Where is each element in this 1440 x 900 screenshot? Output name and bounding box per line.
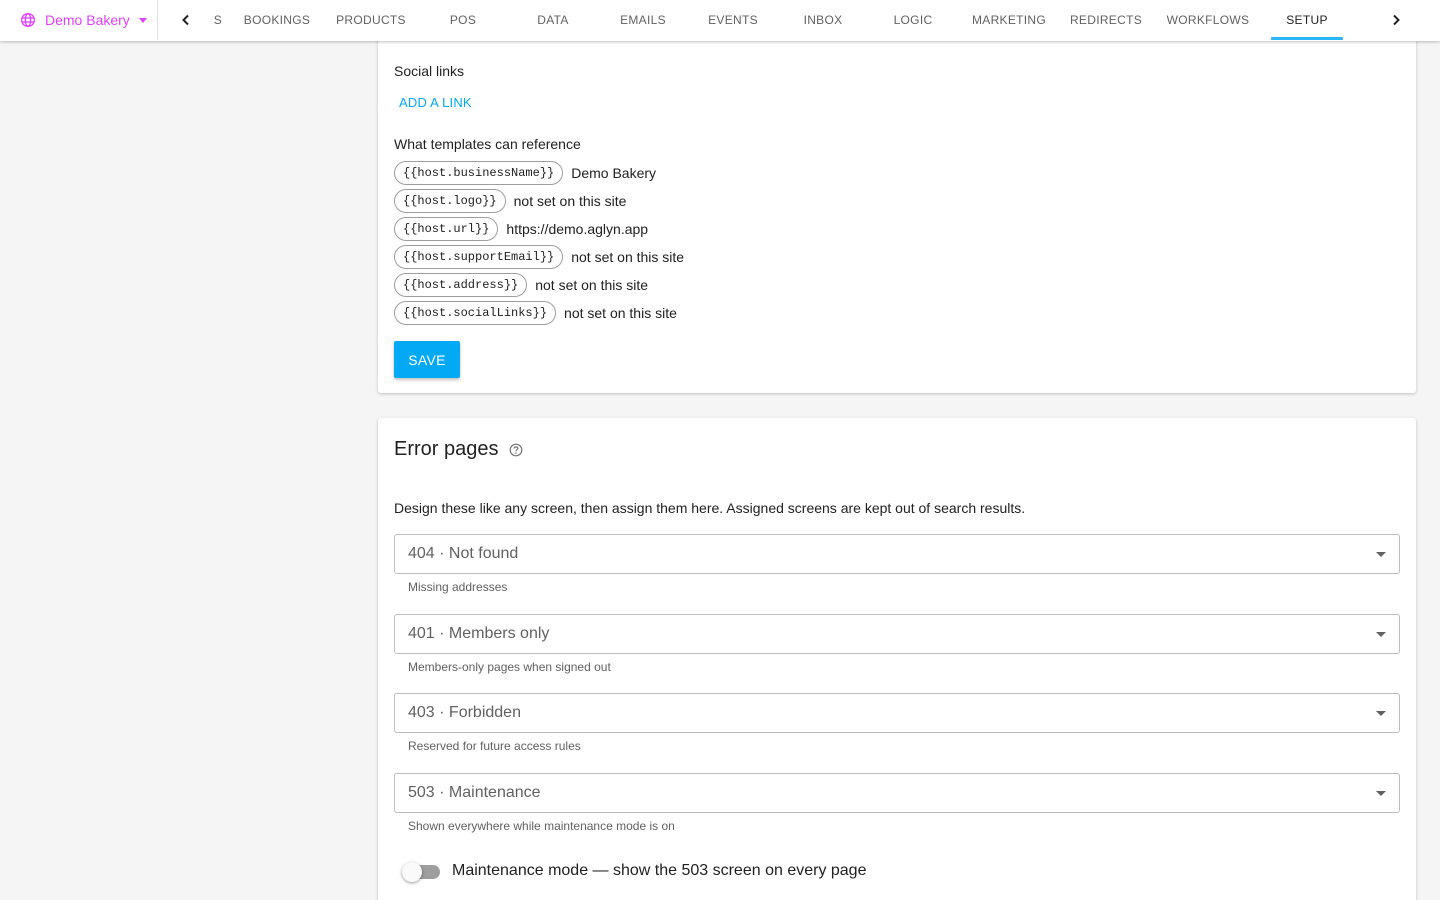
tab-label: INBOX (803, 13, 843, 27)
chevron-right-icon (1393, 14, 1400, 26)
scroll-tabs-left-button[interactable] (176, 10, 196, 30)
site-name: Demo Bakery (45, 12, 130, 28)
reference-row: {{host.businessName}} Demo Bakery (394, 161, 656, 185)
scroll-tabs-right-button[interactable] (1386, 10, 1406, 30)
dropdown-arrow-icon (1376, 632, 1386, 637)
select-hint: Missing addresses (408, 580, 508, 594)
template-token-chip: {{host.logo}} (394, 189, 506, 213)
maintenance-mode-toggle[interactable] (402, 861, 442, 883)
tab-bookings[interactable]: BOOKINGS (232, 0, 322, 40)
template-token-value: not set on this site (564, 305, 677, 321)
tab-products[interactable]: PRODUCTS (326, 0, 416, 40)
tab-pos[interactable]: POS (418, 0, 508, 40)
error-403-select[interactable]: 403 · Forbidden (394, 693, 1400, 733)
template-token-chip: {{host.businessName}} (394, 161, 564, 185)
template-token-value: Demo Bakery (571, 165, 657, 181)
reference-row: {{host.url}} https://demo.aglyn.app (394, 217, 648, 241)
globe-icon (21, 13, 35, 27)
error-pages-description: Design these like any screen, then assig… (394, 500, 1026, 516)
select-value: 403 · Forbidden (408, 704, 521, 721)
tab-label: REDIRECTS (1069, 13, 1143, 27)
select-hint: Shown everywhere while maintenance mode … (408, 819, 675, 833)
tab-redirects[interactable]: REDIRECTS (1060, 0, 1152, 40)
tab-inbox[interactable]: INBOX (778, 0, 868, 40)
tab-label: EMAILS (620, 13, 666, 27)
error-503-select[interactable]: 503 · Maintenance (394, 773, 1400, 813)
tab-label: S (213, 13, 222, 27)
template-token-value: https://demo.aglyn.app (506, 221, 649, 237)
dropdown-arrow-icon (1376, 711, 1386, 716)
dropdown-arrow-icon (1376, 791, 1386, 796)
tab-setup[interactable]: SETUP (1271, 0, 1343, 40)
social-links-label: Social links (394, 63, 465, 79)
reference-row: {{host.logo}} not set on this site (394, 189, 626, 213)
templates-reference-label: What templates can reference (394, 136, 581, 152)
maintenance-mode-label: Maintenance mode — show the 503 screen o… (452, 862, 867, 879)
tab-workflows[interactable]: WORKFLOWS (1158, 0, 1258, 40)
toggle-thumb (402, 862, 422, 882)
tab-marketing[interactable]: MARKETING (958, 0, 1060, 40)
dropdown-arrow-icon (1376, 552, 1386, 557)
tab-label: POS (449, 13, 477, 27)
template-token-value: not set on this site (571, 249, 685, 265)
tab-emails[interactable]: EMAILS (598, 0, 688, 40)
tab-label: MARKETING (971, 13, 1047, 27)
select-value: 401 · Members only (408, 625, 550, 642)
reference-row: {{host.supportEmail}} not set on this si… (394, 245, 684, 269)
tab-partial[interactable]: S (200, 0, 222, 40)
tab-label: WORKFLOWS (1166, 13, 1250, 27)
template-token-chip: {{host.supportEmail}} (394, 245, 564, 269)
tab-events[interactable]: EVENTS (688, 0, 778, 40)
tab-label: LOGIC (893, 13, 933, 27)
template-token-chip: {{host.address}} (394, 273, 528, 297)
reference-row: {{host.socialLinks}} not set on this sit… (394, 301, 677, 325)
select-value: 503 · Maintenance (408, 784, 541, 801)
tab-label: DATA (537, 13, 569, 27)
select-hint: Members-only pages when signed out (408, 660, 611, 674)
tab-label: SETUP (1286, 13, 1328, 27)
section-title: Error pages (394, 438, 499, 460)
reference-row: {{host.address}} not set on this site (394, 273, 648, 297)
help-icon[interactable] (509, 443, 523, 457)
error-404-select[interactable]: 404 · Not found (394, 534, 1400, 574)
add-link-button[interactable]: ADD A LINK (394, 92, 477, 112)
save-button[interactable]: SAVE (394, 341, 460, 378)
chevron-left-icon (182, 14, 189, 26)
template-token-chip: {{host.socialLinks}} (394, 301, 557, 325)
tab-logic[interactable]: LOGIC (868, 0, 958, 40)
active-tab-indicator (1271, 37, 1343, 40)
error-401-select[interactable]: 401 · Members only (394, 614, 1400, 654)
tab-data[interactable]: DATA (508, 0, 598, 40)
tab-label: BOOKINGS (243, 13, 311, 27)
template-token-value: not set on this site (513, 193, 627, 209)
tab-label: PRODUCTS (336, 13, 406, 27)
template-token-chip: {{host.url}} (394, 217, 499, 241)
chevron-down-icon (138, 17, 147, 23)
select-value: 404 · Not found (408, 545, 519, 562)
top-nav-bar: Demo Bakery S BOOKINGS PRODUCTS POS DATA… (0, 0, 1440, 41)
select-hint: Reserved for future access rules (408, 739, 581, 753)
site-switcher[interactable]: Demo Bakery (0, 0, 158, 40)
tab-label: EVENTS (708, 13, 758, 27)
template-token-value: not set on this site (535, 277, 649, 293)
